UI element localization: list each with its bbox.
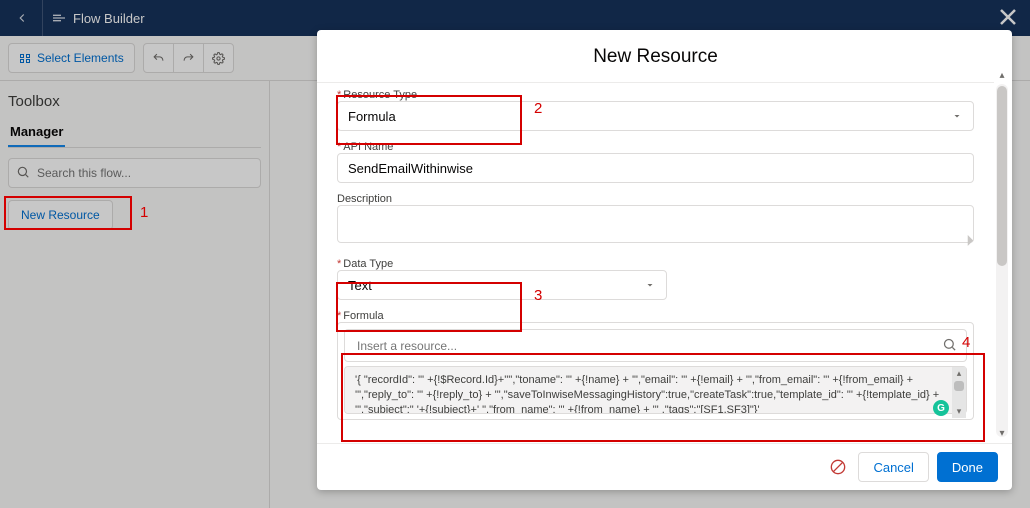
header-divider bbox=[42, 0, 43, 36]
search-input[interactable] bbox=[8, 158, 261, 188]
error-icon bbox=[830, 459, 846, 475]
api-name-label: *API Name bbox=[337, 141, 974, 153]
toolbox-title: Toolbox bbox=[8, 93, 261, 110]
close-button[interactable] bbox=[996, 5, 1020, 29]
api-name-input[interactable] bbox=[337, 153, 974, 183]
select-elements-icon bbox=[19, 52, 31, 64]
resource-type-label: *Resource Type bbox=[337, 89, 974, 101]
app-title: Flow Builder bbox=[73, 11, 145, 26]
formula-textarea[interactable]: '{ "recordId": "' +{!$Record.Id}+'"',"to… bbox=[344, 366, 967, 414]
done-button[interactable]: Done bbox=[937, 452, 998, 482]
sidebar-search bbox=[8, 158, 261, 188]
tab-manager[interactable]: Manager bbox=[8, 118, 65, 147]
data-type-label: *Data Type bbox=[337, 258, 974, 270]
search-icon bbox=[16, 165, 30, 179]
search-icon bbox=[942, 337, 957, 352]
chevron-down-icon: ▾ bbox=[952, 406, 966, 417]
resource-type-value: Formula bbox=[348, 109, 396, 124]
select-elements-label: Select Elements bbox=[37, 51, 124, 65]
modal-title: New Resource bbox=[337, 30, 974, 82]
redo-button[interactable] bbox=[173, 43, 204, 73]
sidebar-tabs: Manager bbox=[8, 118, 261, 148]
resource-type-select[interactable]: Formula bbox=[337, 101, 974, 131]
data-type-select[interactable]: Text bbox=[337, 270, 667, 300]
chevron-up-icon: ▴ bbox=[996, 70, 1008, 81]
back-button[interactable] bbox=[10, 6, 34, 30]
modal-footer: Cancel Done bbox=[317, 443, 1012, 490]
cancel-button[interactable]: Cancel bbox=[858, 452, 928, 482]
description-label: Description bbox=[337, 193, 974, 205]
new-resource-button[interactable]: New Resource bbox=[8, 200, 113, 230]
formula-resource-input[interactable] bbox=[344, 329, 967, 362]
data-type-value: Text bbox=[348, 278, 372, 293]
flow-icon bbox=[51, 10, 67, 26]
formula-label: *Formula bbox=[337, 310, 974, 322]
settings-button[interactable] bbox=[203, 43, 234, 73]
history-group bbox=[143, 43, 234, 73]
grammarly-icon: G bbox=[933, 400, 949, 416]
formula-scrollbar[interactable]: ▴ ▾ bbox=[952, 367, 966, 418]
chevron-down-icon: ▾ bbox=[996, 428, 1008, 439]
select-elements-button[interactable]: Select Elements bbox=[8, 43, 135, 73]
undo-button[interactable] bbox=[143, 43, 174, 73]
chevron-down-icon bbox=[644, 279, 656, 291]
modal-scrollbar[interactable]: ▴ ▾ bbox=[996, 84, 1008, 437]
chevron-up-icon: ▴ bbox=[952, 368, 966, 379]
description-textarea[interactable] bbox=[337, 205, 974, 243]
chevron-down-icon bbox=[951, 110, 963, 122]
new-resource-modal: New Resource *Resource Type Formula *API… bbox=[317, 30, 1012, 490]
sidebar: Toolbox Manager New Resource bbox=[0, 81, 270, 508]
